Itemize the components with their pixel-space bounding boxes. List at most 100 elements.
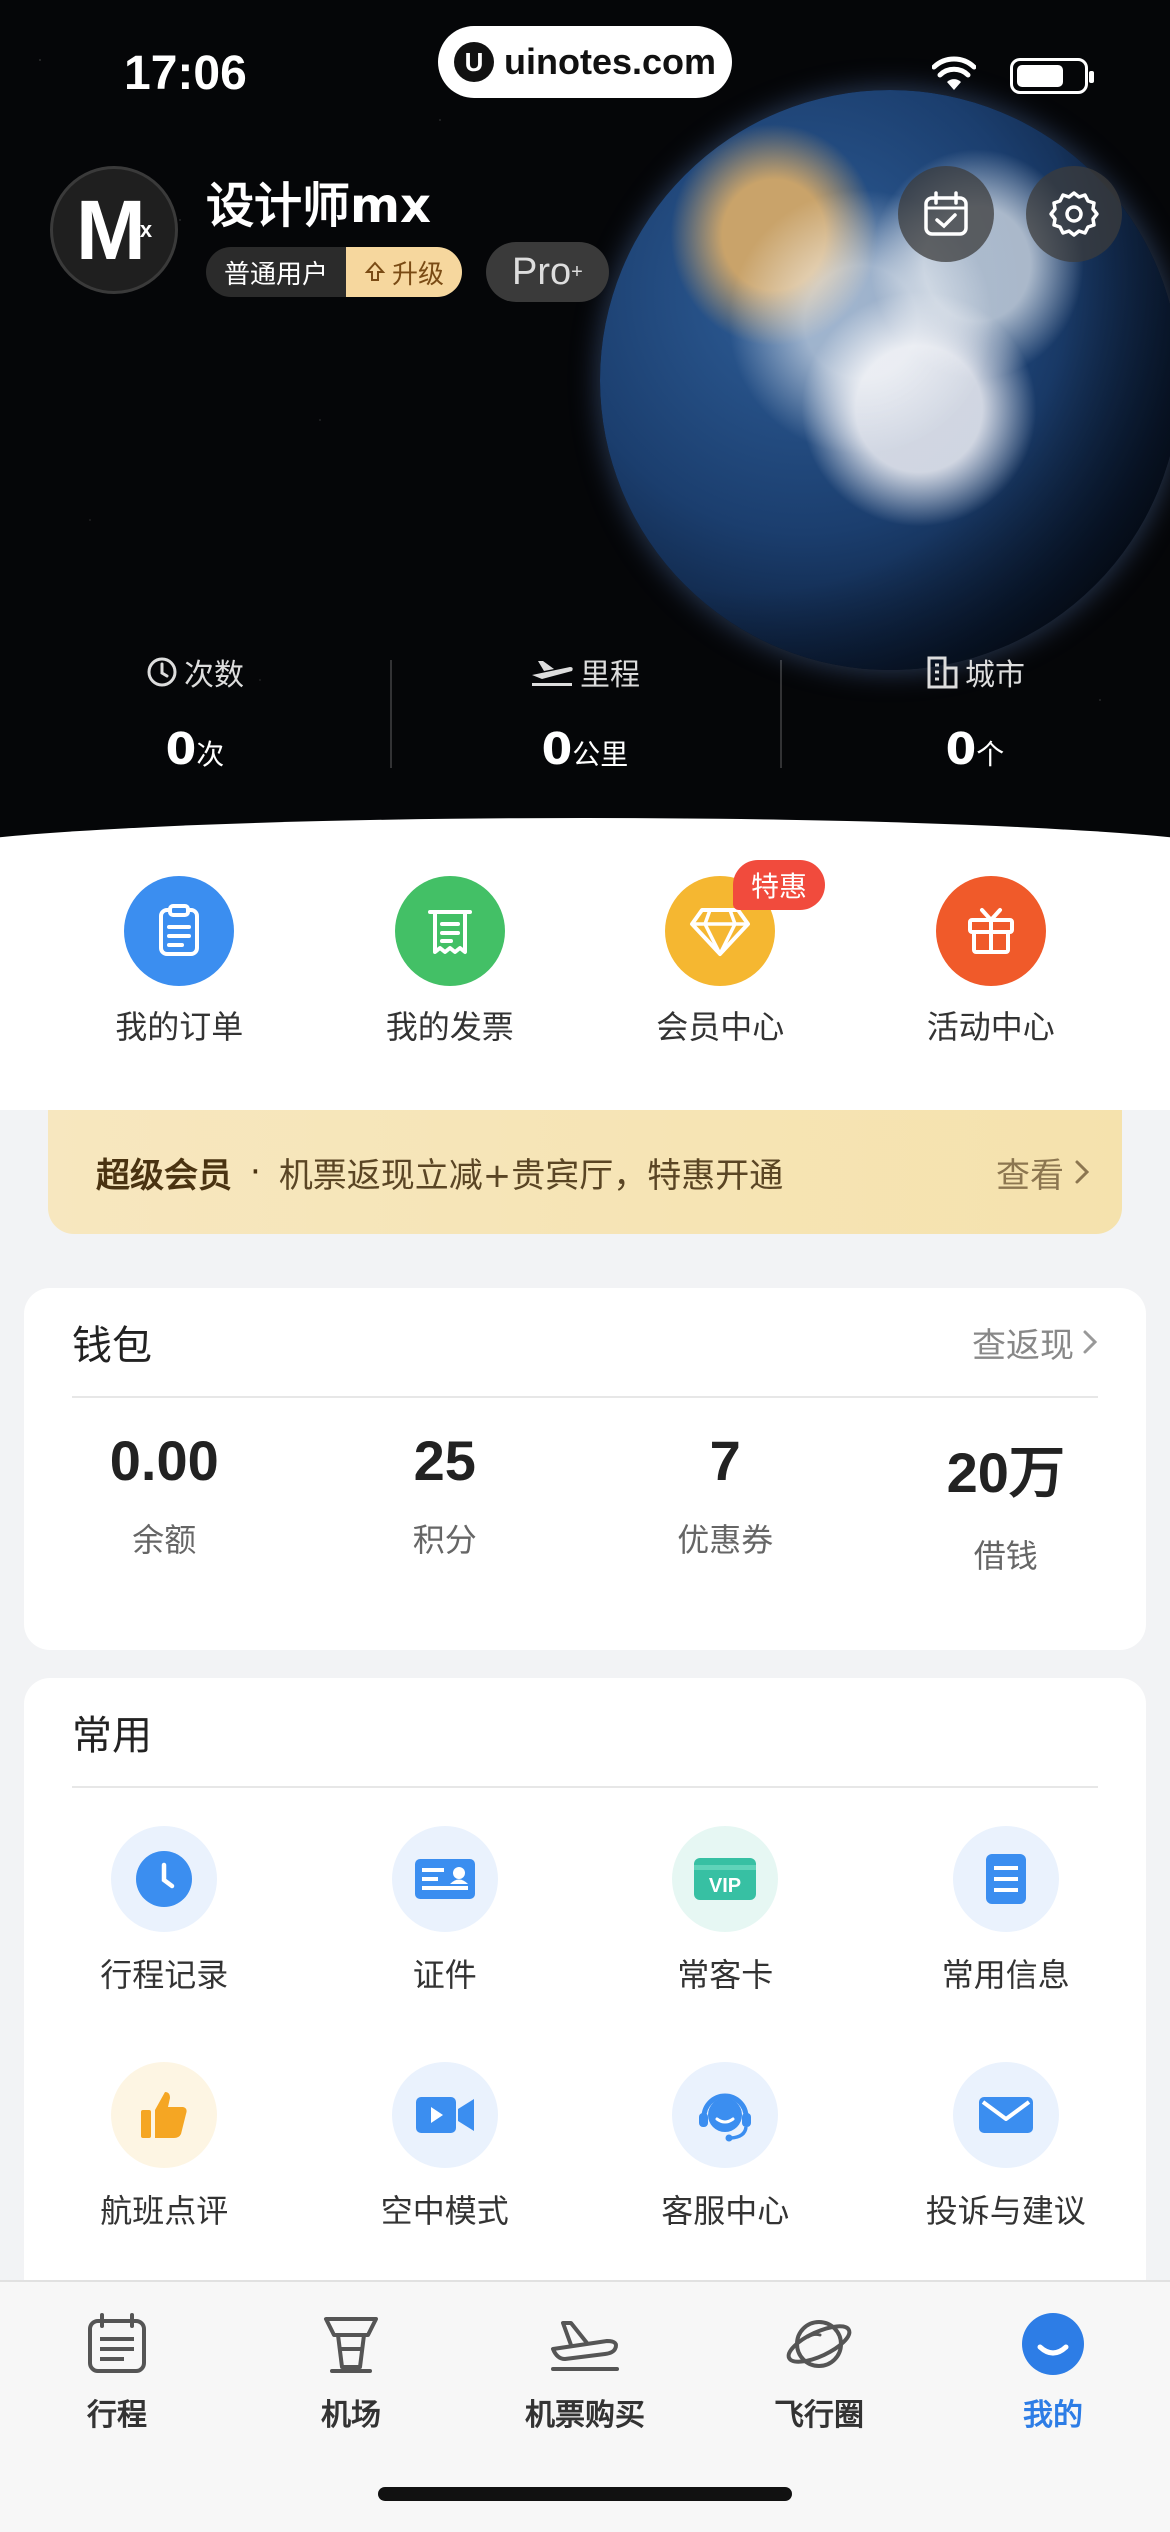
stat-mileage-value: 0 <box>541 724 573 775</box>
common-header: 常用 <box>72 1678 1098 1788</box>
cashback-label: 查返现 <box>972 1325 1074 1366</box>
stat-city-label: 城市 <box>965 658 1025 693</box>
my-invoices-label: 我的发票 <box>385 1008 514 1046</box>
thumbs-up-icon <box>111 2062 218 2168</box>
avatar-letter: M <box>75 182 146 277</box>
pro-sup: + <box>571 260 583 283</box>
wallet-balance[interactable]: 0.00 余额 <box>24 1428 305 1577</box>
documents-button[interactable]: 证件 <box>305 1826 586 1996</box>
tab-trips[interactable]: 行程 <box>0 2282 234 2532</box>
feedback-button[interactable]: 投诉与建议 <box>866 2062 1147 2232</box>
cashback-link[interactable]: 查返现 <box>972 1318 1098 1367</box>
vip-title: 超级会员 <box>96 1155 232 1196</box>
frequent-flyer-card-button[interactable]: VIP 常客卡 <box>585 1826 866 1996</box>
super-vip-banner[interactable]: 超级会员 · 机票返现立减+贵宾厅，特惠开通 查看 <box>48 1110 1122 1234</box>
wallet-balance-value: 0.00 <box>109 1429 219 1492</box>
clock-icon <box>147 657 177 687</box>
envelope-icon <box>952 2062 1059 2168</box>
vip-description: 机票返现立减+贵宾厅，特惠开通 <box>278 1155 784 1196</box>
vip-view-label: 查看 <box>996 1155 1064 1196</box>
video-camera-icon <box>391 2062 498 2168</box>
flight-review-button[interactable]: 航班点评 <box>24 2062 305 2232</box>
member-center-button[interactable]: 特惠 会员中心 <box>585 838 856 1110</box>
flight-review-label: 航班点评 <box>100 2192 229 2230</box>
tab-mine-label: 我的 <box>1023 2398 1083 2433</box>
wallet-balance-label: 余额 <box>132 1521 197 1559</box>
airplane-icon <box>545 2304 625 2384</box>
documents-label: 证件 <box>412 1956 477 1994</box>
wallet-points[interactable]: 25 积分 <box>305 1428 586 1577</box>
frequent-flyer-label: 常客卡 <box>677 1956 774 1994</box>
stat-mileage-label: 里程 <box>580 658 640 693</box>
calendar-check-icon <box>924 191 968 236</box>
wallet-loan[interactable]: 20万 借钱 <box>866 1428 1147 1577</box>
pro-label: Pro <box>512 250 572 293</box>
upgrade-button[interactable]: 升级 <box>346 247 463 297</box>
feedback-label: 投诉与建议 <box>925 2192 1086 2230</box>
stat-count-label: 次数 <box>184 658 244 693</box>
common-info-button[interactable]: 常用信息 <box>866 1826 1147 1996</box>
tower-icon <box>311 2304 391 2384</box>
my-orders-button[interactable]: 我的订单 <box>44 838 315 1110</box>
member-center-label: 会员中心 <box>656 1008 785 1046</box>
stat-mileage-unit: 公里 <box>572 738 629 771</box>
calendar-icon <box>77 2304 157 2384</box>
activity-center-label: 活动中心 <box>926 1008 1055 1046</box>
stat-count-value: 0 <box>165 724 197 775</box>
user-name[interactable]: 设计师mx <box>206 166 431 236</box>
vip-separator: · <box>250 1152 261 1192</box>
my-invoices-button[interactable]: 我的发票 <box>315 838 586 1110</box>
common-card: 常用 行程记录 证件 VIP 常客卡 常用信息 航班点评 空中模式 客服中心 投… <box>24 1678 1146 2318</box>
headset-icon <box>672 2062 779 2168</box>
url-text: uinotes.com <box>503 41 717 82</box>
id-card-icon <box>391 1826 498 1932</box>
calendar-check-button[interactable] <box>898 166 994 262</box>
gear-icon <box>1049 191 1099 237</box>
common-grid: 行程记录 证件 VIP 常客卡 常用信息 航班点评 空中模式 客服中心 投诉与建… <box>24 1826 1146 2232</box>
customer-service-button[interactable]: 客服中心 <box>585 2062 866 2232</box>
profile-header: 17:06 U uinotes.com Mx 设计师mx 普通用户 升级 Pro… <box>0 0 1170 860</box>
air-mode-button[interactable]: 空中模式 <box>305 2062 586 2232</box>
user-level: 普通用户 <box>206 247 347 297</box>
planet-icon <box>779 2304 859 2384</box>
wifi-icon <box>932 56 976 90</box>
stat-count[interactable]: 次数 0次 <box>0 650 390 780</box>
vip-card-text: VIP <box>709 1875 741 1897</box>
vip-view-link[interactable]: 查看 <box>996 1148 1090 1197</box>
activity-center-button[interactable]: 活动中心 <box>856 838 1127 1110</box>
stat-count-unit: 次 <box>196 738 225 771</box>
plane-icon <box>532 661 573 686</box>
settings-button[interactable] <box>1026 166 1122 262</box>
stat-mileage[interactable]: 里程 0公里 <box>390 650 780 780</box>
home-indicator <box>378 2487 792 2501</box>
wallet-card: 钱包 查返现 0.00 余额 25 积分 7 优惠券 20万 借钱 <box>24 1288 1146 1650</box>
clock-icon <box>111 1826 218 1932</box>
level-pill[interactable]: 普通用户 升级 <box>206 247 463 297</box>
avatar-sub: x <box>139 217 153 242</box>
trip-history-button[interactable]: 行程记录 <box>24 1826 305 1996</box>
uinotes-logo-icon: U <box>453 42 494 82</box>
battery-icon <box>1010 58 1094 94</box>
chevron-right-icon <box>1075 1160 1090 1184</box>
status-time: 17:06 <box>124 47 247 100</box>
tab-flight-circle-label: 飞行圈 <box>774 2398 864 2433</box>
clipboard-icon <box>124 876 235 986</box>
badge-row: 普通用户 升级 Pro + <box>206 242 609 302</box>
avatar[interactable]: Mx <box>50 166 178 294</box>
air-mode-label: 空中模式 <box>380 2192 509 2230</box>
tab-mine[interactable]: 我的 <box>936 2282 1170 2532</box>
trip-history-label: 行程记录 <box>100 1956 229 1994</box>
wallet-coupons[interactable]: 7 优惠券 <box>585 1428 866 1577</box>
wallet-title: 钱包 <box>72 1323 152 1369</box>
stat-city[interactable]: 城市 0个 <box>780 650 1170 780</box>
chevron-right-icon <box>1083 1330 1098 1354</box>
stat-city-value: 0 <box>945 724 977 775</box>
receipt-icon <box>394 876 505 986</box>
gift-icon <box>935 876 1046 986</box>
pro-badge[interactable]: Pro + <box>486 242 609 302</box>
document-icon <box>952 1826 1059 1932</box>
travel-stats: 次数 0次 里程 0公里 城市 0个 <box>0 650 1170 780</box>
special-offer-tag: 特惠 <box>733 860 826 910</box>
tab-trips-label: 行程 <box>87 2398 147 2433</box>
vip-card-icon: VIP <box>672 1826 779 1932</box>
